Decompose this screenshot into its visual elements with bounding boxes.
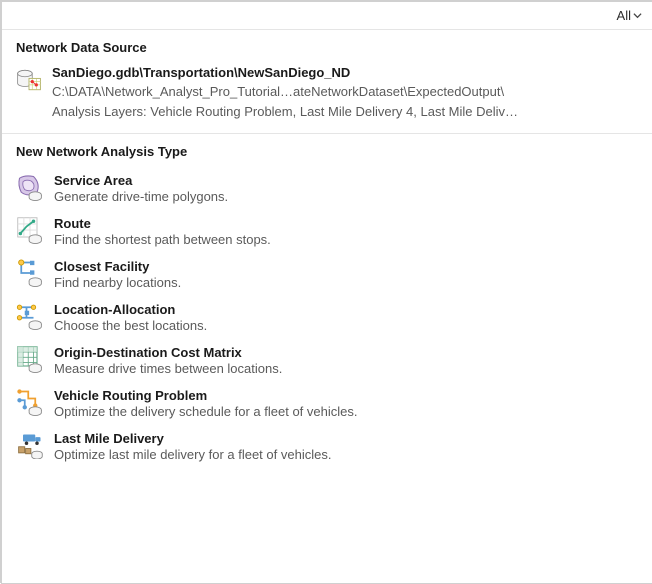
analysis-desc: Measure drive times between locations. [54, 361, 638, 376]
analysis-text: Origin-Destination Cost Matrix Measure d… [54, 345, 638, 376]
analysis-type-list: Service Area Generate drive-time polygon… [2, 165, 652, 474]
analysis-title: Closest Facility [54, 259, 638, 274]
analysis-title: Service Area [54, 173, 638, 188]
analysis-text: Location-Allocation Choose the best loca… [54, 302, 638, 333]
chevron-down-icon [633, 11, 642, 20]
analysis-text: Service Area Generate drive-time polygon… [54, 173, 638, 204]
analysis-title: Route [54, 216, 638, 231]
last-mile-delivery-icon [16, 431, 44, 459]
analysis-text: Closest Facility Find nearby locations. [54, 259, 638, 290]
analysis-desc: Optimize the delivery schedule for a fle… [54, 404, 638, 419]
analysis-title: Location-Allocation [54, 302, 638, 317]
analysis-desc: Find the shortest path between stops. [54, 232, 638, 247]
analysis-desc: Find nearby locations. [54, 275, 638, 290]
analysis-title: Last Mile Delivery [54, 431, 638, 446]
analysis-title: Vehicle Routing Problem [54, 388, 638, 403]
datasource-layers: Analysis Layers: Vehicle Routing Problem… [52, 102, 638, 122]
section-header-datasource: Network Data Source [2, 30, 652, 61]
closest-facility-icon [16, 259, 44, 287]
vehicle-routing-problem-icon [16, 388, 44, 416]
filter-dropdown[interactable]: All [617, 8, 642, 23]
analysis-desc: Choose the best locations. [54, 318, 638, 333]
analysis-item-location-allocation[interactable]: Location-Allocation Choose the best loca… [2, 296, 652, 339]
analysis-text: Vehicle Routing Problem Optimize the del… [54, 388, 638, 419]
analysis-title: Origin-Destination Cost Matrix [54, 345, 638, 360]
analysis-item-closest-facility[interactable]: Closest Facility Find nearby locations. [2, 253, 652, 296]
analysis-desc: Generate drive-time polygons. [54, 189, 638, 204]
analysis-item-od-cost-matrix[interactable]: Origin-Destination Cost Matrix Measure d… [2, 339, 652, 382]
analysis-item-route[interactable]: Route Find the shortest path between sto… [2, 210, 652, 253]
od-cost-matrix-icon [16, 345, 44, 373]
filter-label: All [617, 8, 631, 23]
analysis-item-service-area[interactable]: Service Area Generate drive-time polygon… [2, 167, 652, 210]
analysis-text: Last Mile Delivery Optimize last mile de… [54, 431, 638, 462]
top-bar: All [2, 2, 652, 30]
section-header-analysis: New Network Analysis Type [2, 134, 652, 165]
geodatabase-network-icon [16, 67, 42, 93]
analysis-item-last-mile-delivery[interactable]: Last Mile Delivery Optimize last mile de… [2, 425, 652, 468]
location-allocation-icon [16, 302, 44, 330]
route-icon [16, 216, 44, 244]
datasource-path: C:\DATA\Network_Analyst_Pro_Tutorial…ate… [52, 82, 638, 102]
datasource-text: SanDiego.gdb\Transportation\NewSanDiego_… [52, 65, 638, 121]
analysis-desc: Optimize last mile delivery for a fleet … [54, 447, 638, 462]
network-datasource-item[interactable]: SanDiego.gdb\Transportation\NewSanDiego_… [2, 61, 652, 127]
datasource-title: SanDiego.gdb\Transportation\NewSanDiego_… [52, 65, 638, 80]
analysis-item-vehicle-routing-problem[interactable]: Vehicle Routing Problem Optimize the del… [2, 382, 652, 425]
service-area-icon [16, 173, 44, 201]
analysis-text: Route Find the shortest path between sto… [54, 216, 638, 247]
